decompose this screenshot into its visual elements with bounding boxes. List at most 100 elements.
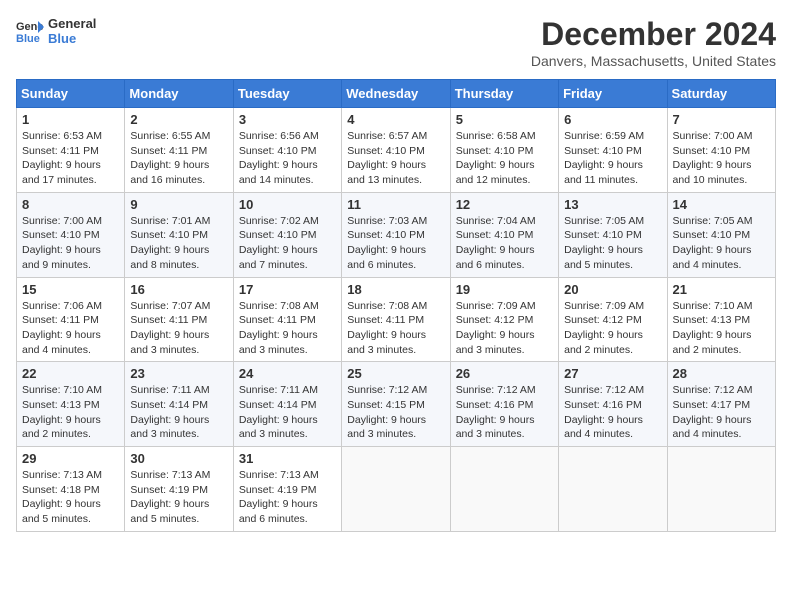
day-info: Sunrise: 7:01 AMSunset: 4:10 PMDaylight:… bbox=[130, 214, 227, 273]
day-number: 12 bbox=[456, 197, 553, 212]
month-title: December 2024 bbox=[531, 16, 776, 53]
calendar-cell: 21 Sunrise: 7:10 AMSunset: 4:13 PMDayligh… bbox=[667, 277, 775, 362]
day-number: 21 bbox=[673, 282, 770, 297]
day-info: Sunrise: 7:08 AMSunset: 4:11 PMDaylight:… bbox=[239, 299, 336, 358]
day-number: 26 bbox=[456, 366, 553, 381]
calendar-cell bbox=[559, 447, 667, 532]
calendar-cell: 10Sunrise: 7:02 AMSunset: 4:10 PMDayligh… bbox=[233, 192, 341, 277]
page-header: General Blue General Blue December 2024 … bbox=[16, 16, 776, 69]
day-info: Sunrise: 7:10 AMSunset: 4:13 PMDaylight:… bbox=[22, 383, 119, 442]
calendar-cell: 18 Sunrise: 7:08 AMSunset: 4:11 PMDayligh… bbox=[342, 277, 450, 362]
day-number: 4 bbox=[347, 112, 444, 127]
calendar-cell: 30 Sunrise: 7:13 AMSunset: 4:19 PMDayligh… bbox=[125, 447, 233, 532]
calendar-cell: 31Sunrise: 7:13 AMSunset: 4:19 PMDayligh… bbox=[233, 447, 341, 532]
calendar-week-row: 22 Sunrise: 7:10 AMSunset: 4:13 PMDayligh… bbox=[17, 362, 776, 447]
calendar-cell: 1 Sunrise: 6:53 AMSunset: 4:11 PMDaylight… bbox=[17, 108, 125, 193]
day-info: Sunrise: 7:08 AMSunset: 4:11 PMDaylight:… bbox=[347, 299, 444, 358]
calendar-cell: 16Sunrise: 7:07 AMSunset: 4:11 PMDayligh… bbox=[125, 277, 233, 362]
logo-line1: General bbox=[48, 16, 96, 31]
day-info: Sunrise: 7:11 AMSunset: 4:14 PMDaylight:… bbox=[130, 383, 227, 442]
day-info: Sunrise: 6:58 AMSunset: 4:10 PMDaylight:… bbox=[456, 129, 553, 188]
day-number: 22 bbox=[22, 366, 119, 381]
calendar-cell: 11 Sunrise: 7:03 AMSunset: 4:10 PMDayligh… bbox=[342, 192, 450, 277]
day-number: 1 bbox=[22, 112, 119, 127]
day-number: 16 bbox=[130, 282, 227, 297]
svg-text:Blue: Blue bbox=[16, 33, 40, 45]
day-info: Sunrise: 7:00 AMSunset: 4:10 PMDaylight:… bbox=[22, 214, 119, 273]
day-info: Sunrise: 6:56 AMSunset: 4:10 PMDaylight:… bbox=[239, 129, 336, 188]
header-monday: Monday bbox=[125, 80, 233, 108]
calendar-table: SundayMondayTuesdayWednesdayThursdayFrid… bbox=[16, 79, 776, 532]
calendar-cell bbox=[450, 447, 558, 532]
header-friday: Friday bbox=[559, 80, 667, 108]
day-number: 23 bbox=[130, 366, 227, 381]
calendar-cell: 6Sunrise: 6:59 AMSunset: 4:10 PMDaylight… bbox=[559, 108, 667, 193]
day-number: 25 bbox=[347, 366, 444, 381]
calendar-cell bbox=[342, 447, 450, 532]
day-number: 7 bbox=[673, 112, 770, 127]
calendar-cell: 20 Sunrise: 7:09 AMSunset: 4:12 PMDayligh… bbox=[559, 277, 667, 362]
header-thursday: Thursday bbox=[450, 80, 558, 108]
day-number: 6 bbox=[564, 112, 661, 127]
day-number: 5 bbox=[456, 112, 553, 127]
day-number: 11 bbox=[347, 197, 444, 212]
day-info: Sunrise: 7:06 AMSunset: 4:11 PMDaylight:… bbox=[22, 299, 119, 358]
calendar-header-row: SundayMondayTuesdayWednesdayThursdayFrid… bbox=[17, 80, 776, 108]
calendar-cell: 14 Sunrise: 7:05 AMSunset: 4:10 PMDayligh… bbox=[667, 192, 775, 277]
calendar-cell: 7Sunrise: 7:00 AMSunset: 4:10 PMDaylight… bbox=[667, 108, 775, 193]
calendar-cell: 26 Sunrise: 7:12 AMSunset: 4:16 PMDayligh… bbox=[450, 362, 558, 447]
calendar-cell: 19 Sunrise: 7:09 AMSunset: 4:12 PMDayligh… bbox=[450, 277, 558, 362]
calendar-week-row: 1 Sunrise: 6:53 AMSunset: 4:11 PMDaylight… bbox=[17, 108, 776, 193]
calendar-week-row: 8Sunrise: 7:00 AMSunset: 4:10 PMDaylight… bbox=[17, 192, 776, 277]
logo-icon: General Blue bbox=[16, 17, 44, 45]
calendar-cell: 13 Sunrise: 7:05 AMSunset: 4:10 PMDayligh… bbox=[559, 192, 667, 277]
location: Danvers, Massachusetts, United States bbox=[531, 53, 776, 69]
calendar-cell: 15 Sunrise: 7:06 AMSunset: 4:11 PMDayligh… bbox=[17, 277, 125, 362]
day-number: 3 bbox=[239, 112, 336, 127]
calendar-cell: 24 Sunrise: 7:11 AMSunset: 4:14 PMDayligh… bbox=[233, 362, 341, 447]
calendar-cell bbox=[667, 447, 775, 532]
day-info: Sunrise: 7:04 AMSunset: 4:10 PMDaylight:… bbox=[456, 214, 553, 273]
day-info: Sunrise: 7:03 AMSunset: 4:10 PMDaylight:… bbox=[347, 214, 444, 273]
day-number: 14 bbox=[673, 197, 770, 212]
calendar-cell: 23 Sunrise: 7:11 AMSunset: 4:14 PMDayligh… bbox=[125, 362, 233, 447]
day-number: 10 bbox=[239, 197, 336, 212]
logo-line2: Blue bbox=[48, 31, 96, 46]
day-number: 30 bbox=[130, 451, 227, 466]
day-info: Sunrise: 7:05 AMSunset: 4:10 PMDaylight:… bbox=[564, 214, 661, 273]
day-number: 20 bbox=[564, 282, 661, 297]
day-number: 18 bbox=[347, 282, 444, 297]
header-tuesday: Tuesday bbox=[233, 80, 341, 108]
calendar-cell: 8Sunrise: 7:00 AMSunset: 4:10 PMDaylight… bbox=[17, 192, 125, 277]
calendar-cell: 9 Sunrise: 7:01 AMSunset: 4:10 PMDaylight… bbox=[125, 192, 233, 277]
header-wednesday: Wednesday bbox=[342, 80, 450, 108]
day-number: 13 bbox=[564, 197, 661, 212]
calendar-cell: 4 Sunrise: 6:57 AMSunset: 4:10 PMDaylight… bbox=[342, 108, 450, 193]
calendar-cell: 5 Sunrise: 6:58 AMSunset: 4:10 PMDaylight… bbox=[450, 108, 558, 193]
day-info: Sunrise: 6:53 AMSunset: 4:11 PMDaylight:… bbox=[22, 129, 119, 188]
day-info: Sunrise: 7:05 AMSunset: 4:10 PMDaylight:… bbox=[673, 214, 770, 273]
day-info: Sunrise: 6:57 AMSunset: 4:10 PMDaylight:… bbox=[347, 129, 444, 188]
title-block: December 2024 Danvers, Massachusetts, Un… bbox=[531, 16, 776, 69]
day-info: Sunrise: 7:10 AMSunset: 4:13 PMDaylight:… bbox=[673, 299, 770, 358]
calendar-cell: 3 Sunrise: 6:56 AMSunset: 4:10 PMDaylight… bbox=[233, 108, 341, 193]
day-info: Sunrise: 7:09 AMSunset: 4:12 PMDaylight:… bbox=[564, 299, 661, 358]
day-info: Sunrise: 7:13 AMSunset: 4:19 PMDaylight:… bbox=[130, 468, 227, 527]
header-sunday: Sunday bbox=[17, 80, 125, 108]
calendar-week-row: 29 Sunrise: 7:13 AMSunset: 4:18 PMDayligh… bbox=[17, 447, 776, 532]
day-number: 9 bbox=[130, 197, 227, 212]
calendar-cell: 2 Sunrise: 6:55 AMSunset: 4:11 PMDaylight… bbox=[125, 108, 233, 193]
day-info: Sunrise: 7:12 AMSunset: 4:16 PMDaylight:… bbox=[456, 383, 553, 442]
day-info: Sunrise: 7:13 AMSunset: 4:18 PMDaylight:… bbox=[22, 468, 119, 527]
day-info: Sunrise: 7:11 AMSunset: 4:14 PMDaylight:… bbox=[239, 383, 336, 442]
day-number: 29 bbox=[22, 451, 119, 466]
day-number: 31 bbox=[239, 451, 336, 466]
day-info: Sunrise: 6:55 AMSunset: 4:11 PMDaylight:… bbox=[130, 129, 227, 188]
day-number: 15 bbox=[22, 282, 119, 297]
day-number: 19 bbox=[456, 282, 553, 297]
calendar-cell: 12 Sunrise: 7:04 AMSunset: 4:10 PMDayligh… bbox=[450, 192, 558, 277]
calendar-cell: 29 Sunrise: 7:13 AMSunset: 4:18 PMDayligh… bbox=[17, 447, 125, 532]
day-info: Sunrise: 7:09 AMSunset: 4:12 PMDaylight:… bbox=[456, 299, 553, 358]
day-number: 2 bbox=[130, 112, 227, 127]
day-number: 24 bbox=[239, 366, 336, 381]
